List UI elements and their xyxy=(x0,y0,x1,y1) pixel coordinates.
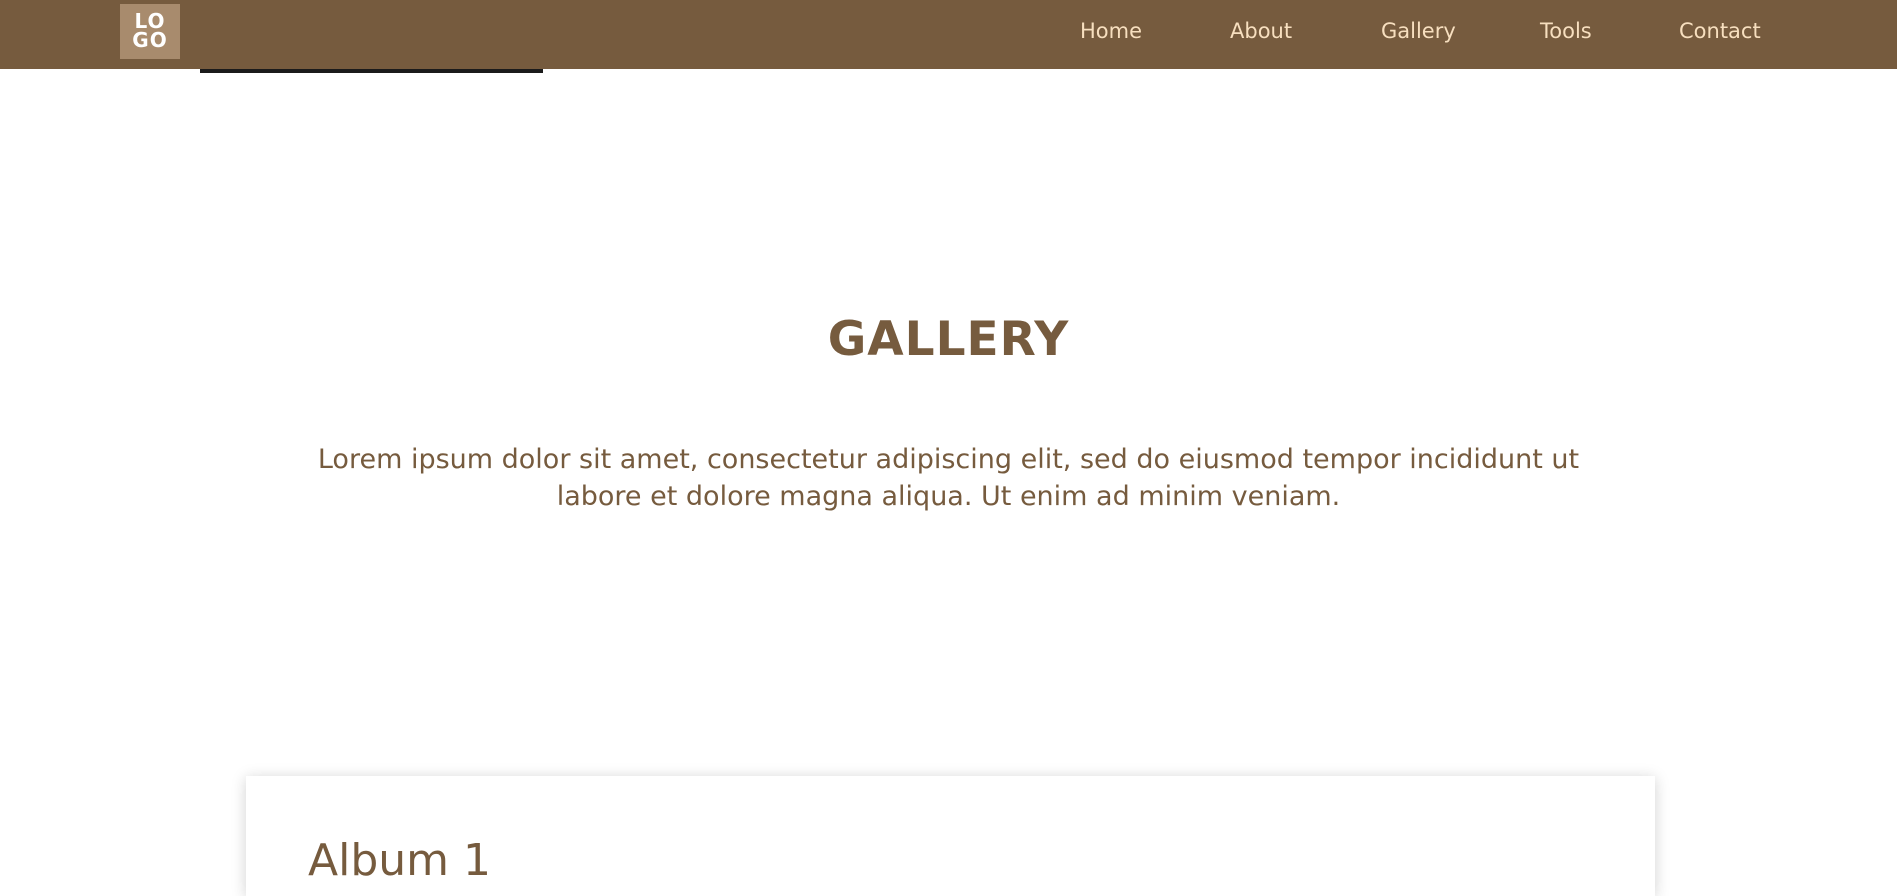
nav-contact-link[interactable]: Contact xyxy=(1679,18,1761,44)
site-logo[interactable]: LO GO xyxy=(120,4,180,59)
page-title: GALLERY xyxy=(827,312,1070,367)
intro-text: Lorem ipsum dolor sit amet, consectetur … xyxy=(317,444,1580,512)
top-navbar: LO GO Home About Gallery Tools Contact xyxy=(0,0,1897,69)
nav-home-link[interactable]: Home xyxy=(1080,18,1142,44)
logo-line-2: GO xyxy=(132,28,168,52)
nav-tools-link[interactable]: Tools xyxy=(1540,18,1592,44)
album-title: Album 1 xyxy=(308,835,491,886)
album-card: Album 1 xyxy=(246,776,1655,896)
hero-image-edge xyxy=(200,69,543,73)
nav-about-link[interactable]: About xyxy=(1230,18,1292,44)
nav-gallery-link[interactable]: Gallery xyxy=(1381,18,1456,44)
